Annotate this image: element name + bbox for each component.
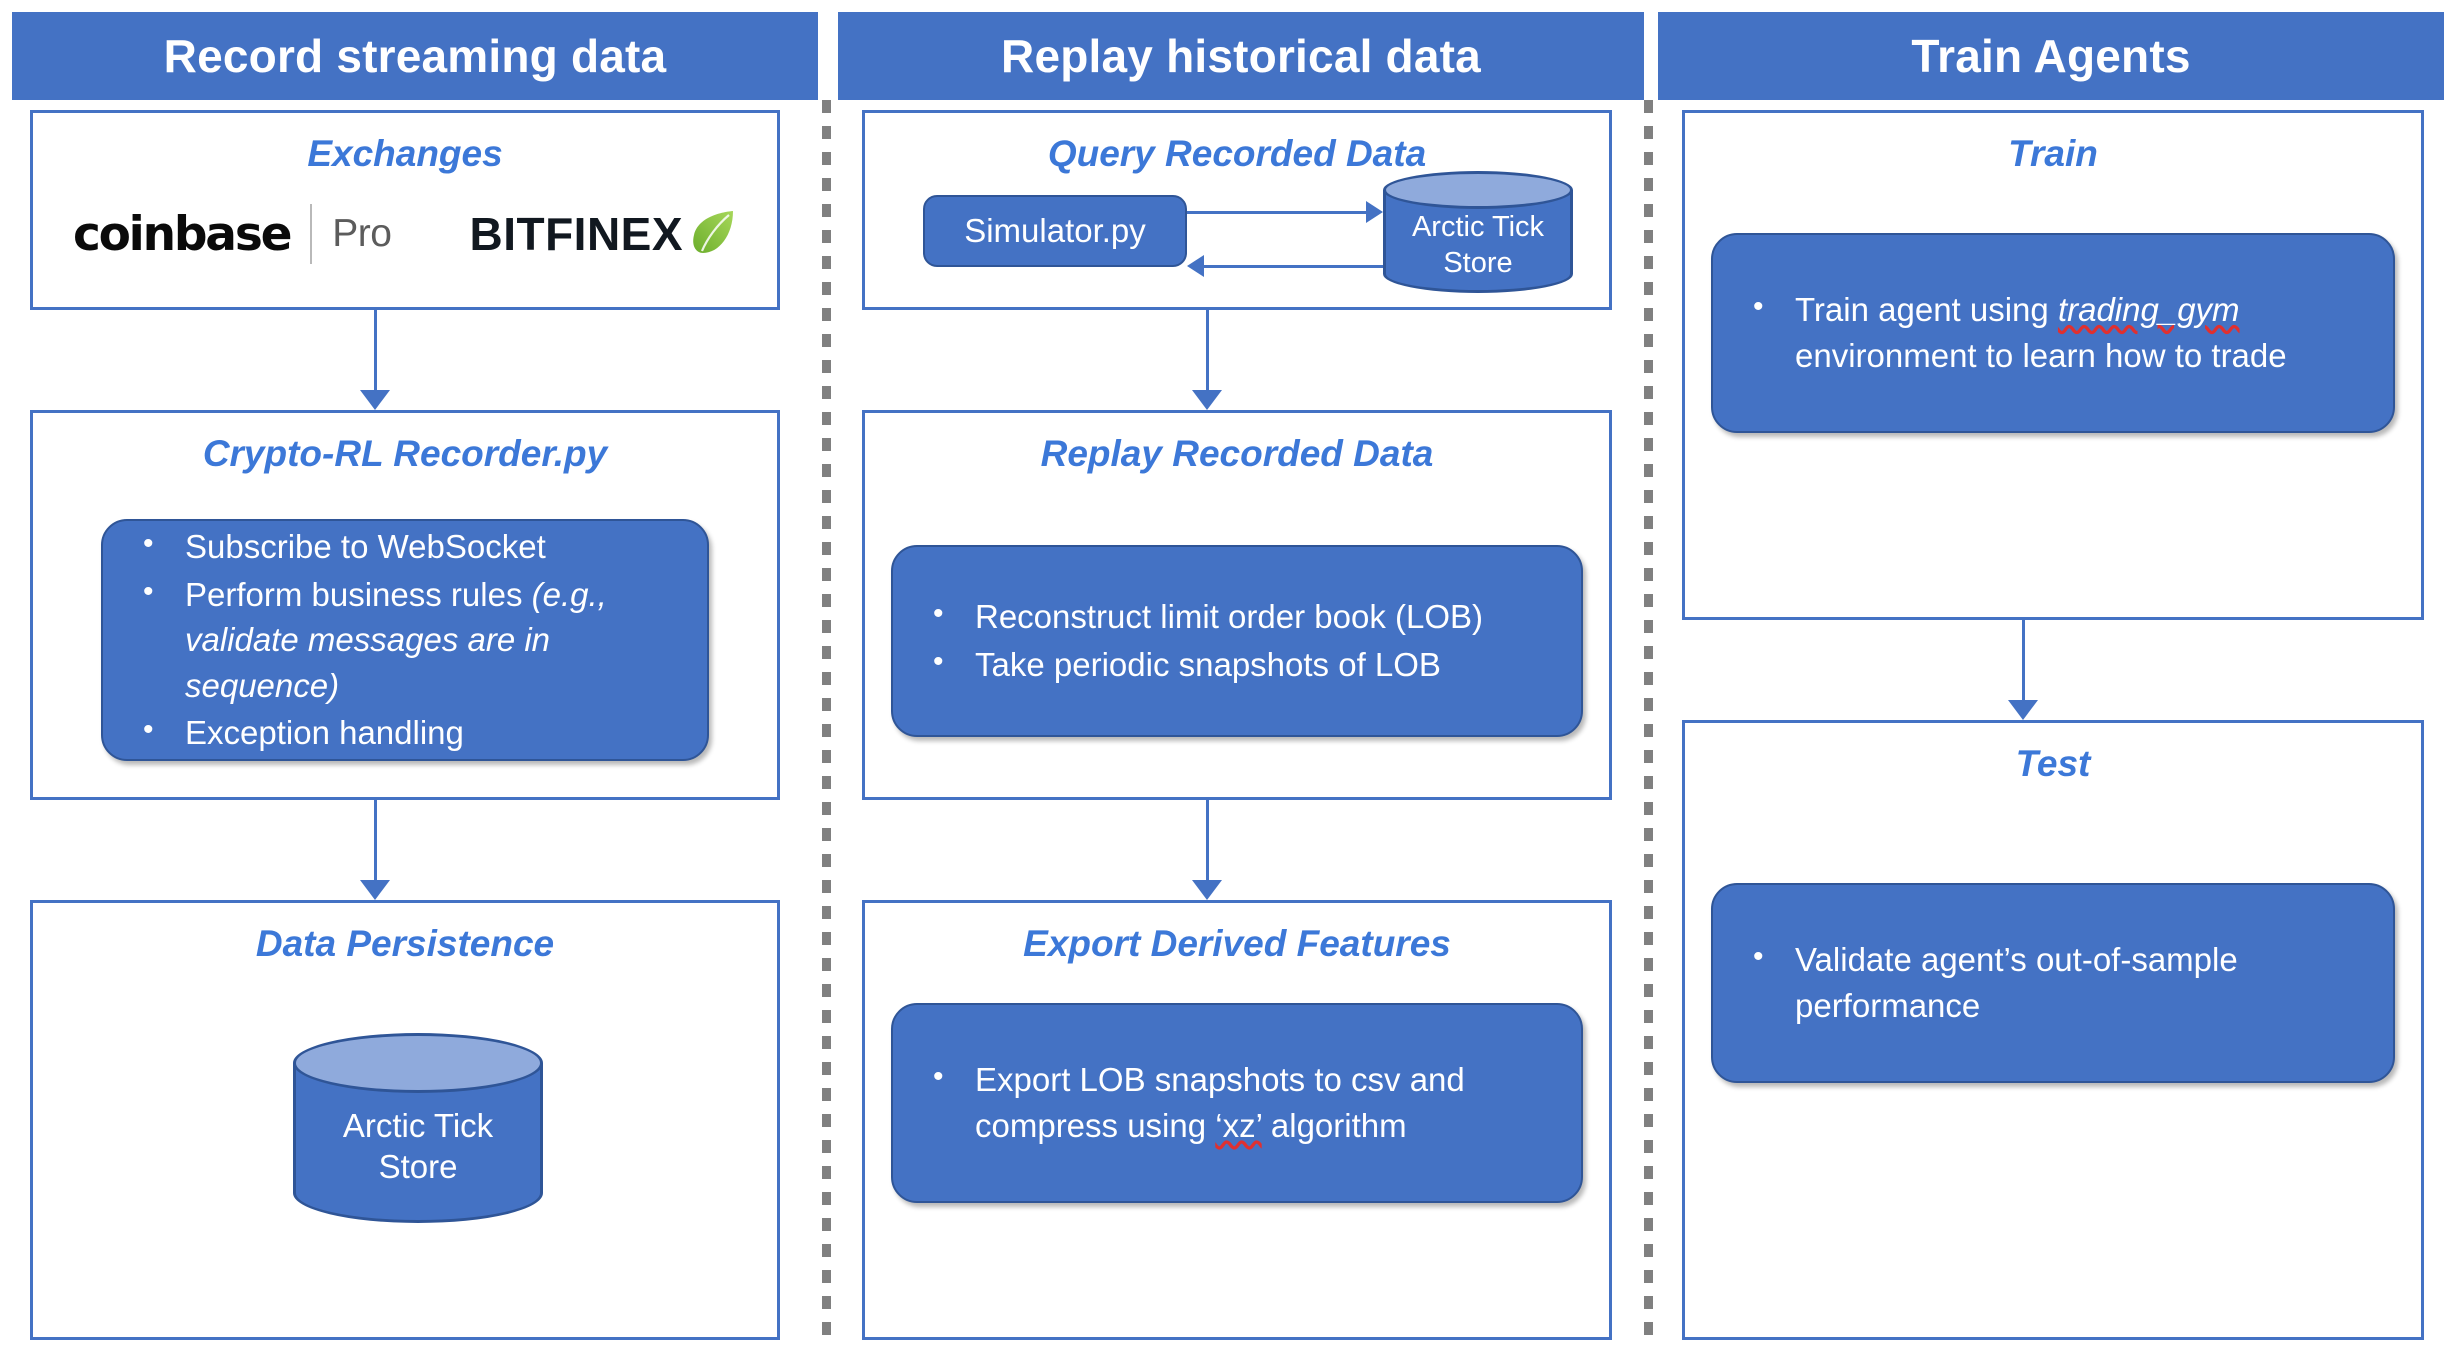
coinbase-pro-label: Pro bbox=[332, 212, 392, 255]
arrow-head bbox=[1192, 390, 1222, 410]
exchange-logo-row: coinbase Pro BITFINEX bbox=[33, 189, 777, 279]
column-headers: Record streaming data Replay historical … bbox=[0, 12, 2456, 100]
arrow-shaft bbox=[1204, 264, 1383, 268]
replay-bullet-list: Reconstruct limit order book (LOB) Take … bbox=[919, 592, 1555, 689]
arrow-shaft bbox=[2021, 620, 2025, 700]
panel-crypto-rl-recorder: Crypto-RL Recorder.py Subscribe to WebSo… bbox=[30, 410, 780, 800]
arrow-shaft bbox=[373, 310, 377, 390]
panel-query-recorded-data: Query Recorded Data Simulator.py Arctic … bbox=[862, 110, 1612, 310]
list-item: Exception handling bbox=[129, 708, 681, 756]
list-item: Reconstruct limit order book (LOB) bbox=[919, 592, 1555, 640]
export-bullet-list: Export LOB snapshots to csv and compress… bbox=[919, 1055, 1555, 1150]
column-record-streaming-data: Exchanges coinbase Pro BITFINEX Crypto-R… bbox=[30, 110, 780, 1340]
list-item: Export LOB snapshots to csv and compress… bbox=[919, 1055, 1555, 1148]
panel-title-test: Test bbox=[2015, 743, 2091, 784]
bullet-text: Reconstruct limit order book (LOB) bbox=[975, 598, 1484, 636]
column-header-train: Train Agents bbox=[1658, 12, 2444, 100]
panel-title-export-derived-features: Export Derived Features bbox=[1023, 923, 1451, 964]
list-item: Train agent using trading_gym environmen… bbox=[1739, 285, 2367, 378]
column-divider-2 bbox=[1644, 100, 1653, 1345]
arrow-replay-to-export bbox=[1192, 800, 1222, 900]
panel-replay-recorded-data: Replay Recorded Data Reconstruct limit o… bbox=[862, 410, 1612, 800]
bullet-text: Train agent using bbox=[1795, 291, 2058, 329]
bullet-text: Perform business rules bbox=[185, 575, 532, 613]
arrow-head bbox=[2008, 700, 2038, 720]
bullet-text: Take periodic snapshots of LOB bbox=[975, 646, 1441, 683]
panel-title-query-recorded-data: Query Recorded Data bbox=[1047, 133, 1427, 174]
panel-test: Test Validate agent’s out-of-sample perf… bbox=[1682, 720, 2424, 1340]
arrow-store-to-simulator bbox=[1187, 255, 1383, 277]
bullet-text-tail: environment to learn how to trade bbox=[1795, 337, 2287, 374]
train-bullet-list: Train agent using trading_gym environmen… bbox=[1739, 285, 2367, 380]
column-header-replay: Replay historical data bbox=[838, 12, 1644, 100]
column-replay-historical-data: Query Recorded Data Simulator.py Arctic … bbox=[862, 110, 1612, 1340]
arrow-query-to-replay bbox=[1192, 310, 1222, 410]
bullet-text: Exception handling bbox=[185, 714, 464, 752]
panel-data-persistence: Data Persistence Arctic Tick Store bbox=[30, 900, 780, 1340]
cylinder-label: Arctic Tick Store bbox=[293, 1105, 543, 1188]
arrow-train-to-test bbox=[2008, 620, 2038, 720]
panel-title-replay-recorded-data: Replay Recorded Data bbox=[1040, 433, 1434, 474]
arrow-shaft bbox=[1187, 210, 1366, 214]
panel-title-exchanges: Exchanges bbox=[307, 133, 503, 174]
panel-export-derived-features: Export Derived Features Export LOB snaps… bbox=[862, 900, 1612, 1340]
bitfinex-wordmark: BITFINEX bbox=[469, 208, 684, 260]
bitfinex-logo: BITFINEX bbox=[469, 207, 737, 262]
arrow-head bbox=[360, 390, 390, 410]
card-replay-tasks: Reconstruct limit order book (LOB) Take … bbox=[891, 545, 1583, 737]
cylinder-label-line2: Store bbox=[1443, 247, 1513, 280]
arrow-head bbox=[1187, 255, 1204, 277]
cylinder-arctic-tick-store: Arctic Tick Store bbox=[1383, 171, 1573, 293]
cylinder-label: Arctic Tick Store bbox=[1383, 209, 1573, 282]
cylinder-top bbox=[293, 1033, 543, 1093]
card-export-tasks: Export LOB snapshots to csv and compress… bbox=[891, 1003, 1583, 1203]
arrow-head bbox=[1192, 880, 1222, 900]
bullet-text-spellcheck: ‘xz’ bbox=[1215, 1107, 1262, 1144]
arrow-simulator-to-store bbox=[1187, 201, 1383, 223]
panel-title-train: Train bbox=[2008, 133, 2098, 174]
panel-train: Train Train agent using trading_gym envi… bbox=[1682, 110, 2424, 620]
list-item: Perform business rules (e.g., validate m… bbox=[129, 570, 681, 709]
recorder-bullet-list: Subscribe to WebSocket Perform business … bbox=[129, 522, 681, 758]
arrow-shaft bbox=[373, 800, 377, 880]
arrow-head bbox=[1366, 201, 1383, 223]
column-divider-1 bbox=[822, 100, 831, 1345]
list-item: Subscribe to WebSocket bbox=[129, 522, 681, 570]
panel-title-crypto-rl-recorder: Crypto-RL Recorder.py bbox=[202, 433, 608, 474]
coinbase-wordmark: coinbase bbox=[72, 206, 293, 262]
simulator-label: Simulator.py bbox=[964, 212, 1146, 249]
column-train-agents: Train Train agent using trading_gym envi… bbox=[1682, 110, 2424, 1340]
coinbase-divider-bar bbox=[310, 204, 313, 264]
arrow-exchanges-to-recorder bbox=[360, 310, 390, 410]
cylinder-label-line1: Arctic Tick bbox=[342, 1107, 494, 1144]
arrow-shaft bbox=[1205, 310, 1209, 390]
test-bullet-list: Validate agent’s out-of-sample performan… bbox=[1739, 935, 2367, 1030]
column-header-record: Record streaming data bbox=[12, 12, 818, 100]
card-test-tasks: Validate agent’s out-of-sample performan… bbox=[1711, 883, 2395, 1083]
card-simulator-py: Simulator.py bbox=[923, 195, 1187, 267]
cylinder-arctic-tick-store: Arctic Tick Store bbox=[293, 1033, 543, 1223]
cylinder-label-line1: Arctic Tick bbox=[1411, 211, 1545, 243]
card-recorder-tasks: Subscribe to WebSocket Perform business … bbox=[101, 519, 709, 761]
card-train-tasks: Train agent using trading_gym environmen… bbox=[1711, 233, 2395, 433]
panel-title-data-persistence: Data Persistence bbox=[255, 923, 555, 964]
arrow-shaft bbox=[1205, 800, 1209, 880]
list-item: Validate agent’s out-of-sample performan… bbox=[1739, 935, 2367, 1028]
bullet-text: Subscribe to WebSocket bbox=[185, 528, 546, 566]
bullet-text-tail: algorithm bbox=[1261, 1107, 1407, 1144]
coinbase-pro-logo: coinbase Pro bbox=[73, 204, 392, 264]
bullet-text: Validate agent’s out-of-sample performan… bbox=[1795, 941, 2238, 1024]
list-item: Take periodic snapshots of LOB bbox=[919, 640, 1555, 688]
cylinder-top bbox=[1383, 171, 1573, 209]
cylinder-label-line2: Store bbox=[378, 1148, 458, 1186]
bullet-text-spellcheck-italic: trading_gym bbox=[2057, 291, 2240, 329]
panel-exchanges: Exchanges coinbase Pro BITFINEX bbox=[30, 110, 780, 310]
arrow-head bbox=[360, 880, 390, 900]
bitfinex-leaf-icon bbox=[689, 207, 737, 262]
arrow-recorder-to-persistence bbox=[360, 800, 390, 900]
